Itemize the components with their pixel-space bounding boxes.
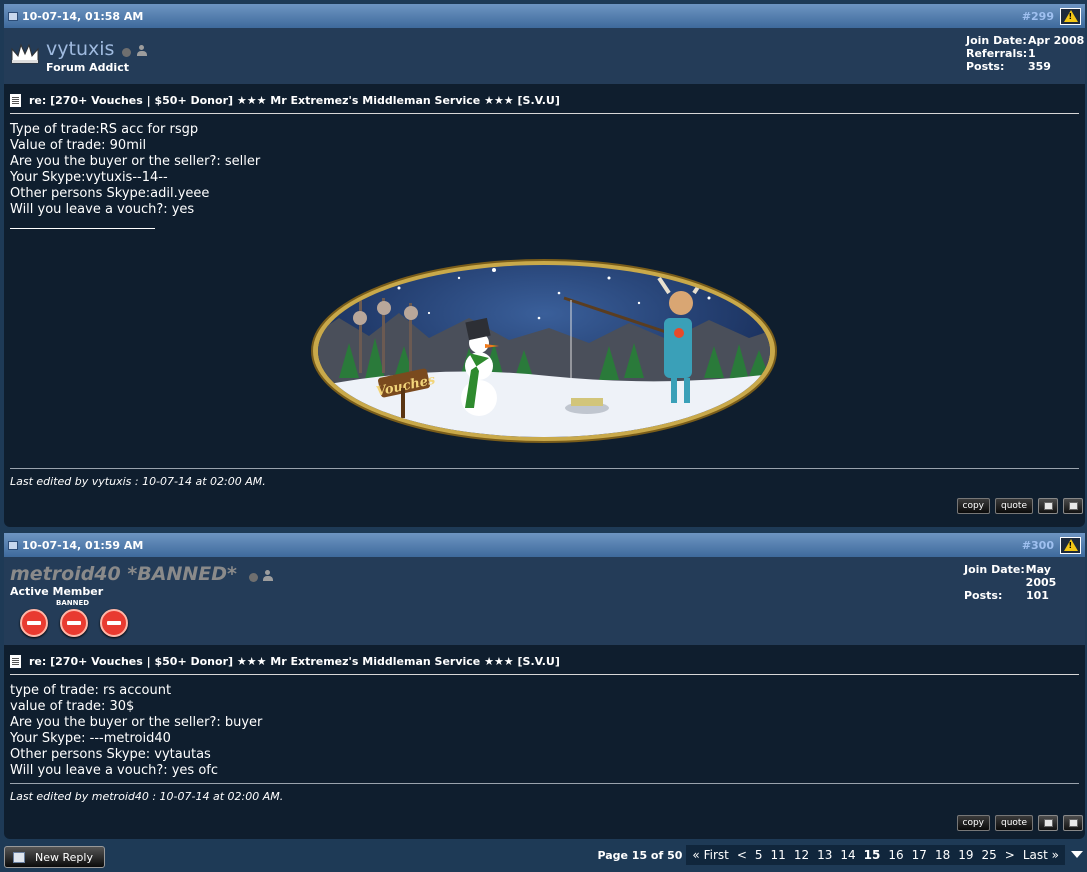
report-post-button[interactable]: ! [1060,536,1081,554]
edited-note: Last edited by vytuxis : 10-07-14 at 02:… [10,468,1079,494]
ban-icon [100,609,128,637]
page-link[interactable]: 16 [884,848,907,862]
post-299: 10-07-14, 01:58 AM #299 ! vytuxis Forum … [4,4,1085,527]
page-jump-dropdown-icon[interactable] [1071,851,1083,858]
page-link[interactable]: 13 [813,848,836,862]
report-post-button[interactable]: ! [1060,7,1081,25]
post-header: 10-07-14, 01:59 AM #300 ! [4,533,1085,557]
quote-button[interactable]: quote [995,498,1033,514]
post-body: re: [270+ Vouches | $50+ Donor] ★★★ Mr E… [4,645,1085,839]
user-info: Join Date: May 2005 Posts: 101 [964,563,1057,602]
document-icon [10,94,21,107]
page-link[interactable]: 11 [767,848,790,862]
post-title: re: [270+ Vouches | $50+ Donor] ★★★ Mr E… [29,94,560,107]
edited-note: Last edited by metroid40 : 10-07-14 at 0… [10,783,1079,809]
page-link[interactable]: 17 [908,848,931,862]
page-prev-link[interactable]: < [733,848,751,862]
post-message: Type of trade:RS acc for rsgp Value of t… [10,122,261,217]
online-status-icon [249,573,258,582]
user-rank: Active Member [10,585,104,598]
user-bar: vytuxis Forum Addict Join Date: Apr 2008 … [4,28,1085,84]
page-indicator: Page 15 of 50 [597,848,683,862]
post-date-icon [8,540,18,550]
multi-quote-button[interactable] [1038,815,1058,831]
post-message: type of trade: rs account value of trade… [10,683,263,778]
page-first-link[interactable]: « First [688,848,732,862]
quote-button[interactable]: quote [995,815,1033,831]
banned-label: BANNED [56,599,90,607]
username-link[interactable]: vytuxis [46,38,114,60]
pagination: Page 15 of 50 « First < 5 11 12 13 14 15… [597,845,1065,865]
copy-button[interactable]: copy [956,815,990,831]
user-bar: metroid40 *BANNED* Active Member BANNED … [4,557,1085,645]
edit-icon [1068,502,1078,510]
page-current: 15 [863,848,881,862]
vouches-signature-image: Vouches [311,259,777,443]
multi-quote-icon [1043,819,1053,827]
post-date: 10-07-14, 01:59 AM [22,538,144,552]
page-link[interactable]: 12 [790,848,813,862]
user-rank: Forum Addict [46,61,129,74]
page-last-link[interactable]: Last » [1019,848,1063,862]
ban-icon [60,609,88,637]
multi-quote-icon [1043,502,1053,510]
quick-reply-button[interactable] [1063,815,1083,831]
copy-button[interactable]: copy [956,498,990,514]
warning-icon: ! [1063,539,1078,551]
post-header: 10-07-14, 01:58 AM #299 ! [4,4,1085,28]
profile-icon[interactable] [137,45,147,56]
new-reply-label: New Reply [35,850,93,864]
crown-icon [11,43,39,64]
new-reply-button[interactable]: New Reply [4,846,105,868]
page-link[interactable]: 19 [954,848,977,862]
post-title-line: re: [270+ Vouches | $50+ Donor] ★★★ Mr E… [10,655,1079,675]
signature-divider [10,228,155,229]
page-link[interactable]: 18 [931,848,954,862]
post-number-link[interactable]: #299 [1022,10,1054,23]
page-link[interactable]: 5 [751,848,767,862]
page-links: « First < 5 11 12 13 14 15 16 17 18 19 2… [686,845,1065,865]
post-date: 10-07-14, 01:58 AM [22,9,144,23]
document-icon [10,655,21,668]
page-next-link[interactable]: > [1001,848,1019,862]
post-number-link[interactable]: #300 [1022,539,1054,552]
username-link[interactable]: metroid40 *BANNED* [10,563,237,585]
new-reply-icon [13,851,25,863]
edit-icon [1068,819,1078,827]
post-body: re: [270+ Vouches | $50+ Donor] ★★★ Mr E… [4,84,1085,527]
online-status-icon [122,48,131,57]
page-link[interactable]: 14 [836,848,859,862]
user-info: Join Date: Apr 2008 Referrals: 1 Posts: 359 [966,34,1085,73]
ban-icon [20,609,48,637]
profile-icon[interactable] [263,570,273,581]
multi-quote-button[interactable] [1038,498,1058,514]
post-buttons: copy quote [955,811,1086,837]
post-title: re: [270+ Vouches | $50+ Donor] ★★★ Mr E… [29,655,560,668]
post-buttons: copy quote [955,494,1086,520]
reputation-icons [20,609,128,637]
post-300: 10-07-14, 01:59 AM #300 ! metroid40 *BAN… [4,533,1085,839]
post-title-line: re: [270+ Vouches | $50+ Donor] ★★★ Mr E… [10,94,1079,114]
page-link[interactable]: 25 [978,848,1001,862]
quick-reply-button[interactable] [1063,498,1083,514]
post-date-icon [8,11,18,21]
warning-icon: ! [1063,10,1078,22]
